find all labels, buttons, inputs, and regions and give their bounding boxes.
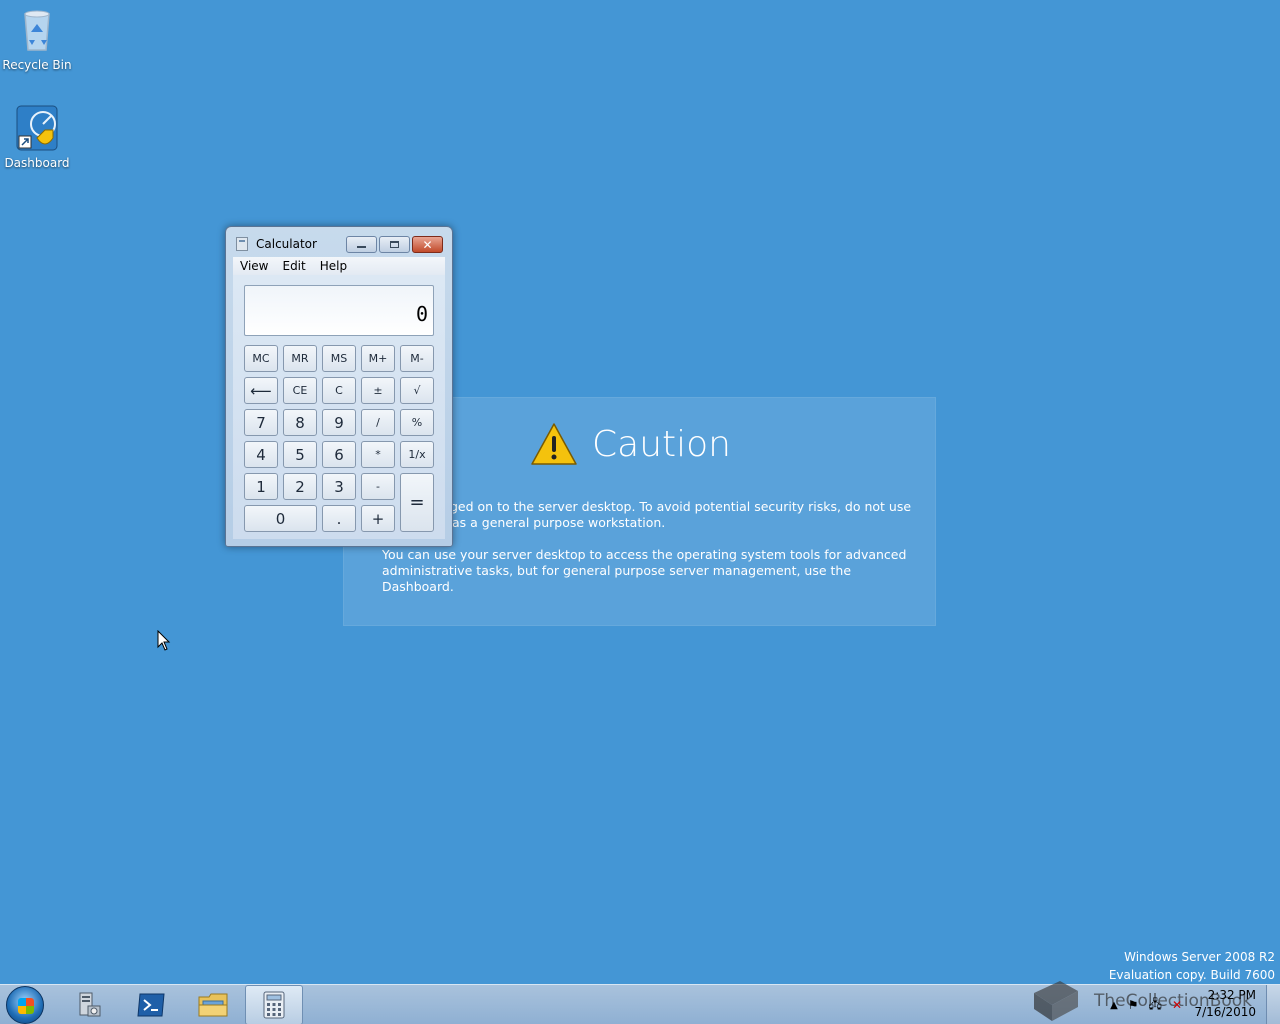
taskbar-powershell[interactable] <box>122 985 180 1024</box>
window-title: Calculator <box>256 237 317 251</box>
minimize-button[interactable] <box>346 236 377 253</box>
menu-view[interactable]: View <box>233 259 275 273</box>
key-decimal[interactable]: . <box>322 505 356 532</box>
caution-paragraph-2: You can use your server desktop to acces… <box>382 547 912 595</box>
calculator-window[interactable]: Calculator ✕ View Edit Help 0 MC MR MS M… <box>225 226 453 547</box>
key-percent[interactable]: % <box>400 409 434 436</box>
system-clock[interactable]: 2:32 PM 7/16/2010 <box>1194 987 1256 1021</box>
minimize-icon <box>357 246 366 248</box>
calculator-body: 0 MC MR MS M+ M- ⟵ CE C ± √ 7 8 9 / % 4 … <box>233 275 445 539</box>
key-m-minus[interactable]: M- <box>400 345 434 372</box>
key-backspace[interactable]: ⟵ <box>244 377 278 404</box>
network-icon[interactable]: 🖧 <box>1149 995 1162 1016</box>
key-4[interactable]: 4 <box>244 441 278 468</box>
menu-edit[interactable]: Edit <box>275 259 312 273</box>
menu-bar: View Edit Help <box>233 257 445 275</box>
dashboard-label: Dashboard <box>4 156 70 170</box>
key-0[interactable]: 0 <box>244 505 317 532</box>
key-9[interactable]: 9 <box>322 409 356 436</box>
key-divide[interactable]: / <box>361 409 395 436</box>
taskbar-server-manager[interactable] <box>60 985 118 1024</box>
menu-help[interactable]: Help <box>313 259 354 273</box>
clock-date: 7/16/2010 <box>1194 1005 1256 1019</box>
key-mr[interactable]: MR <box>283 345 317 372</box>
warning-icon <box>531 423 577 465</box>
caution-paragraph-1-line-2: as a general purpose workstation. <box>452 515 666 530</box>
watermark-line-1: Windows Server 2008 R2 <box>1124 950 1275 964</box>
calculator-titlebar[interactable]: Calculator ✕ <box>226 227 452 257</box>
recycle-bin-icon <box>13 6 61 54</box>
key-plus-minus[interactable]: ± <box>361 377 395 404</box>
action-center-flag-icon[interactable]: ⚑ <box>1128 998 1139 1012</box>
close-icon: ✕ <box>422 237 433 252</box>
caution-title: Caution <box>592 423 731 465</box>
key-sqrt[interactable]: √ <box>400 377 434 404</box>
server-manager-icon <box>79 992 101 1017</box>
key-ms[interactable]: MS <box>322 345 356 372</box>
caution-paragraph-2-line-2: administrative tasks, but for general pu… <box>382 563 852 594</box>
desktop-icon-recycle-bin[interactable]: Recycle Bin <box>0 6 74 72</box>
tray-expand-icon[interactable]: ▲ <box>1110 1000 1118 1011</box>
key-8[interactable]: 8 <box>283 409 317 436</box>
caution-paragraph-2-line-1: You can use your server desktop to acces… <box>382 547 907 562</box>
dashboard-icon <box>13 104 61 152</box>
key-3[interactable]: 3 <box>322 473 356 500</box>
key-subtract[interactable]: - <box>361 473 395 500</box>
key-1[interactable]: 1 <box>244 473 278 500</box>
taskbar-explorer[interactable] <box>184 985 242 1024</box>
desktop-icon-dashboard[interactable]: Dashboard <box>0 104 74 170</box>
key-c[interactable]: C <box>322 377 356 404</box>
calculator-icon <box>263 991 285 1019</box>
book-icon <box>1034 981 1078 1021</box>
maximize-icon <box>390 241 399 248</box>
start-button[interactable] <box>6 986 44 1024</box>
maximize-button[interactable] <box>379 236 410 253</box>
show-desktop-button[interactable] <box>1266 985 1280 1024</box>
key-2[interactable]: 2 <box>283 473 317 500</box>
key-add[interactable]: + <box>361 505 395 532</box>
display-value: 0 <box>415 302 428 326</box>
key-m-plus[interactable]: M+ <box>361 345 395 372</box>
key-ce[interactable]: CE <box>283 377 317 404</box>
calculator-app-icon[interactable] <box>236 237 248 251</box>
taskbar-calculator[interactable] <box>245 985 303 1024</box>
key-reciprocal[interactable]: 1/x <box>400 441 434 468</box>
close-button[interactable]: ✕ <box>412 236 443 253</box>
key-7[interactable]: 7 <box>244 409 278 436</box>
key-6[interactable]: 6 <box>322 441 356 468</box>
taskbar: TheCollectionBook ▲ ⚑ 🖧 ✕ 2:32 PM 7/16/2… <box>0 981 1280 1024</box>
clock-time: 2:32 PM <box>1207 988 1256 1002</box>
key-multiply[interactable]: * <box>361 441 395 468</box>
caution-heading: Caution <box>530 422 731 466</box>
calculator-display: 0 <box>244 285 434 336</box>
key-equals[interactable]: = <box>400 473 434 532</box>
key-mc[interactable]: MC <box>244 345 278 372</box>
key-5[interactable]: 5 <box>283 441 317 468</box>
volume-muted-icon[interactable]: ✕ <box>1172 998 1182 1012</box>
caution-paragraph-1: ged on to the server desktop. To avoid p… <box>382 499 912 531</box>
explorer-icon <box>198 993 228 1017</box>
powershell-icon <box>137 993 165 1017</box>
caution-paragraph-1-line-1: ged on to the server desktop. To avoid p… <box>450 499 912 514</box>
mouse-cursor-icon <box>157 630 171 651</box>
recycle-bin-label: Recycle Bin <box>2 58 72 72</box>
